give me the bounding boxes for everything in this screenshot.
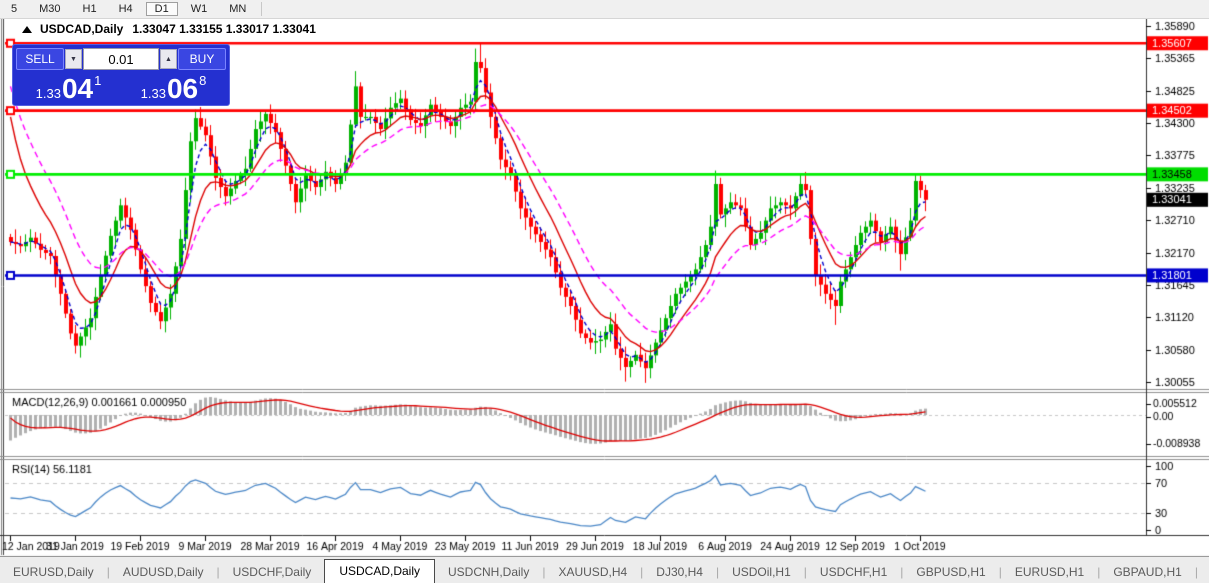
chart-tab-audusd-daily[interactable]: AUDUSD,Daily [110, 561, 217, 583]
toolbar-separator [261, 2, 262, 16]
chart-symbol-period: USDCAD,Daily [40, 22, 123, 36]
volume-decrease-button[interactable]: ▼ [65, 49, 82, 69]
volume-increase-button[interactable]: ▲ [160, 49, 177, 69]
sell-price-pip: 1 [94, 73, 101, 88]
chart-tab-eurusd-h1[interactable]: EURUSD,H1 [1002, 561, 1097, 583]
chart-tab-usdchf-h1[interactable]: USDCHF,H1 [807, 561, 900, 583]
chart-tab-usdcad-daily[interactable]: USDCAD,Daily [324, 559, 435, 583]
chart-tab-eurusd-daily[interactable]: EURUSD,Daily [0, 561, 107, 583]
chart-tab-xauusd-h4[interactable]: XAUUSD,H4 [545, 561, 640, 583]
chart-tab-usdcnh-daily[interactable]: USDCNH,Daily [435, 561, 542, 583]
buy-price-main: 06 [167, 74, 198, 104]
sell-price[interactable]: 1.33 04 1 [16, 72, 121, 106]
buy-price[interactable]: 1.33 06 8 [121, 72, 226, 106]
chart-tab-dj30-h4[interactable]: DJ30,H4 [643, 561, 716, 583]
timeframe-button-m30[interactable]: M30 [30, 2, 69, 16]
timeframe-button-5[interactable]: 5 [2, 2, 26, 16]
chart-tab-usdchf-daily[interactable]: USDCHF,Daily [220, 561, 325, 583]
chart-expand-icon [22, 26, 32, 33]
sell-button[interactable]: SELL [16, 48, 64, 70]
volume-input[interactable] [83, 48, 159, 70]
buy-button[interactable]: BUY [178, 48, 226, 70]
chart-ohlc-values: 1.33047 1.33155 1.33017 1.33041 [132, 22, 316, 36]
timeframe-button-mn[interactable]: MN [220, 2, 255, 16]
timeframe-button-d1[interactable]: D1 [146, 2, 178, 16]
timeframe-toolbar: 5 M30 H1 H4 D1 W1MN [0, 0, 1209, 19]
one-click-trading-panel: SELL ▼ ▲ BUY 1.33 04 1 1.33 06 8 [12, 44, 230, 106]
timeframe-button-w1[interactable]: W1 [182, 2, 217, 16]
chart-tab-bar: EURUSD,Daily|AUDUSD,Daily|USDCHF,DailyUS… [0, 556, 1209, 583]
timeframe-button-h1[interactable]: H1 [74, 2, 106, 16]
arrow-down-icon: ▼ [70, 56, 77, 63]
chart-tab-usdoil-h1[interactable]: USDOil,H1 [719, 561, 804, 583]
buy-price-pip: 8 [199, 73, 206, 88]
arrow-up-icon: ▲ [165, 56, 172, 63]
sell-price-prefix: 1.33 [36, 86, 61, 101]
chart-tab-gbpusd-h1[interactable]: GBPUSD,H1 [903, 561, 998, 583]
chart-tab-usdjp[interactable]: USDJP [1198, 561, 1209, 583]
sell-price-main: 04 [62, 74, 93, 104]
timeframe-button-h4[interactable]: H4 [110, 2, 142, 16]
buy-price-prefix: 1.33 [141, 86, 166, 101]
chart-tab-gbpaud-h1[interactable]: GBPAUD,H1 [1100, 561, 1194, 583]
chart-title: USDCAD,Daily 1.33047 1.33155 1.33017 1.3… [22, 22, 316, 36]
